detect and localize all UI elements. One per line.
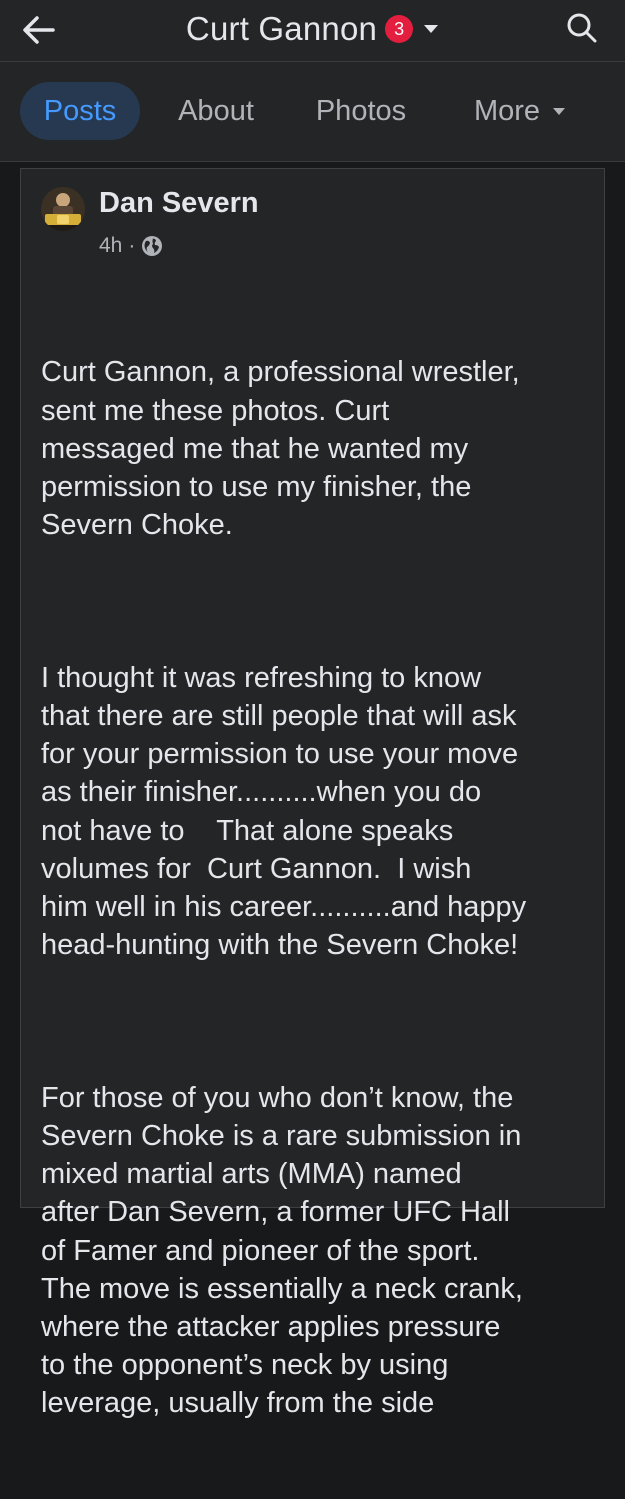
search-icon bbox=[567, 13, 597, 43]
profile-tabs: Posts About Photos More bbox=[0, 62, 625, 162]
tab-photos[interactable]: Photos bbox=[298, 82, 424, 140]
globe-icon bbox=[142, 236, 163, 256]
tab-label: More bbox=[473, 94, 541, 127]
tab-more[interactable]: More bbox=[455, 82, 585, 140]
notification-badge: 3 bbox=[385, 15, 414, 43]
page-title: Curt Gannon bbox=[185, 10, 378, 47]
tab-label: Posts bbox=[43, 94, 117, 127]
chevron-down-icon bbox=[552, 107, 566, 116]
top-bar: Curt Gannon 3 bbox=[0, 0, 625, 62]
post-paragraph: For those of you who don’t know, the Sev… bbox=[41, 1081, 523, 1420]
tab-posts[interactable]: Posts bbox=[20, 82, 140, 140]
arrow-left-icon bbox=[23, 16, 55, 44]
post-paragraph: Curt Gannon, a professional wrestler, se… bbox=[41, 356, 520, 542]
post-author-name[interactable]: Dan Severn bbox=[99, 187, 259, 220]
chevron-down-icon bbox=[423, 24, 439, 34]
avatar[interactable] bbox=[41, 187, 85, 231]
post-body: Curt Gannon, a professional wrestler, se… bbox=[41, 277, 601, 1499]
tab-about[interactable]: About bbox=[162, 82, 270, 140]
meta-separator: · bbox=[128, 234, 136, 257]
page-title-switcher[interactable]: Curt Gannon 3 bbox=[186, 10, 439, 48]
tab-label: About bbox=[178, 94, 254, 127]
post-card: Dan Severn 4h · Curt Gannon, a professio… bbox=[20, 168, 605, 1419]
post-paragraph: I thought it was refreshing to know that… bbox=[41, 661, 527, 962]
post-meta: 4h · bbox=[99, 231, 163, 261]
search-button[interactable] bbox=[556, 6, 608, 50]
post-timestamp[interactable]: 4h bbox=[99, 234, 122, 258]
back-button[interactable] bbox=[14, 8, 64, 52]
tab-label: Photos bbox=[315, 94, 407, 127]
